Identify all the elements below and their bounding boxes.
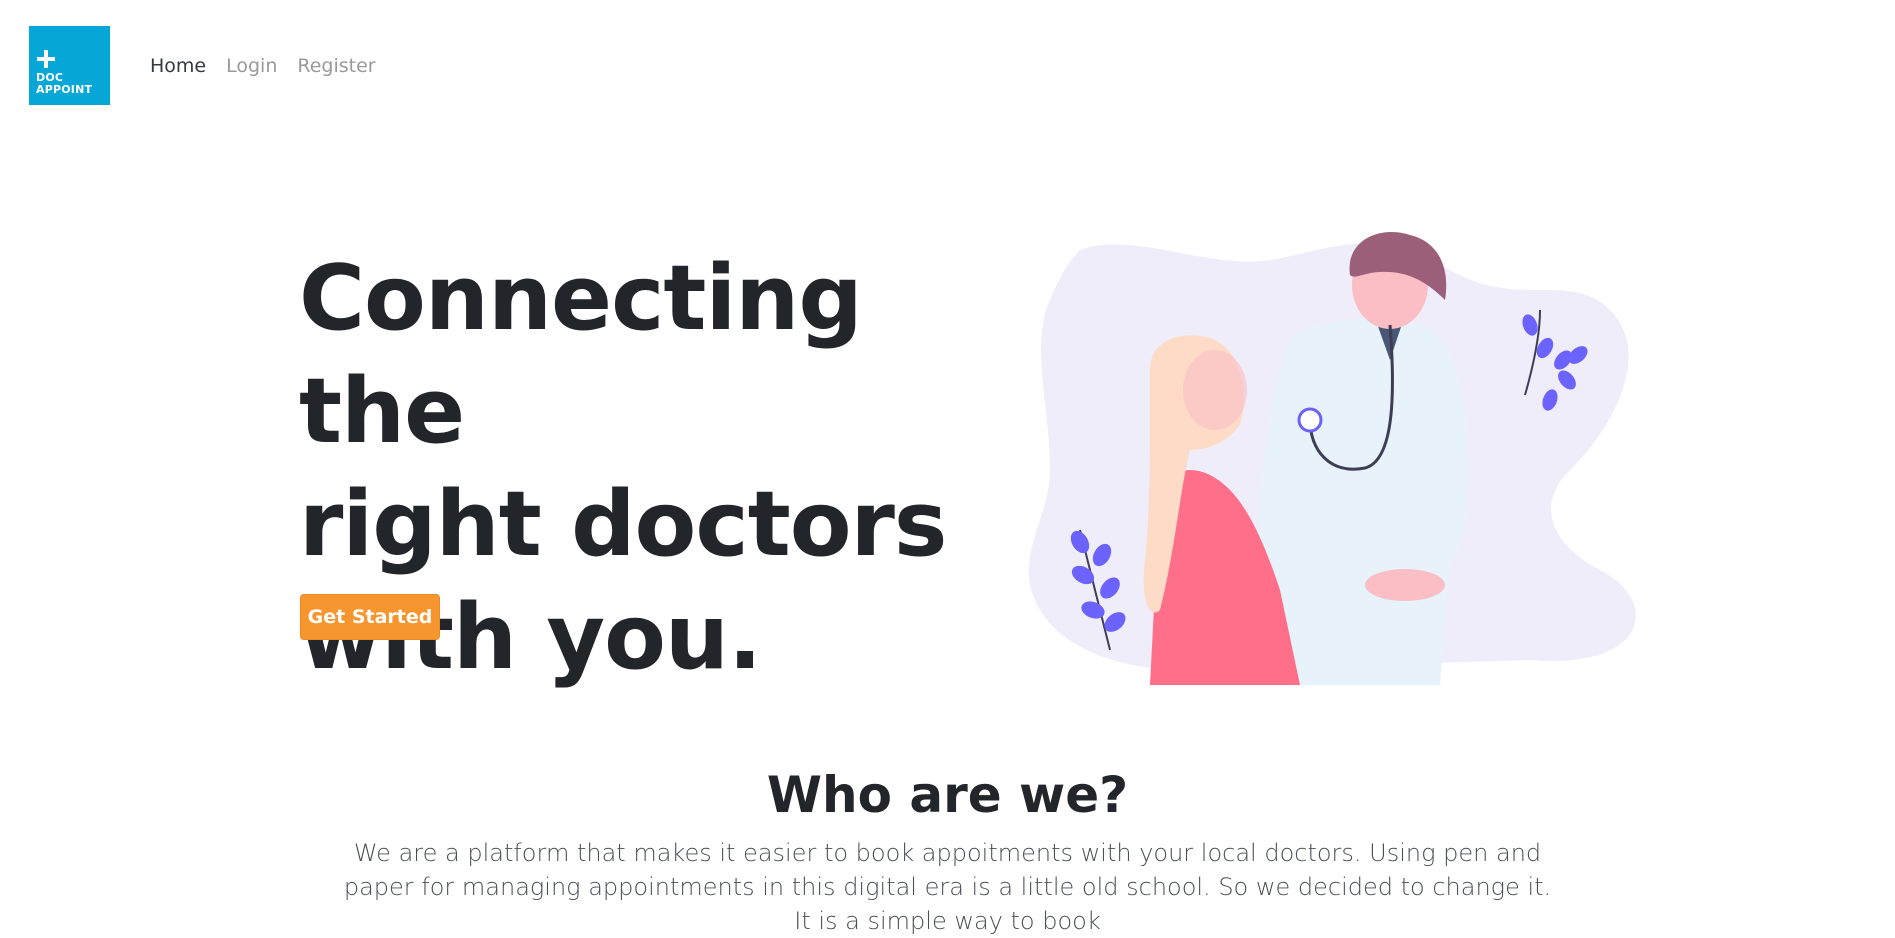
- doctor-hand: [1365, 569, 1445, 601]
- brand-logo[interactable]: DOC APPOINT: [29, 26, 110, 105]
- doctor-patient-illustration: [1028, 231, 1636, 685]
- nav-links: Home Login Register: [150, 55, 376, 77]
- navbar: DOC APPOINT Home Login Register: [0, 0, 1895, 132]
- about-title: Who are we?: [766, 766, 1129, 824]
- patient-head: [1183, 350, 1247, 430]
- plus-icon: [37, 50, 55, 68]
- nav-link-login[interactable]: Login: [226, 55, 277, 77]
- about-text: We are a platform that makes it easier t…: [343, 839, 1552, 935]
- logo-text-line2: APPOINT: [36, 83, 93, 96]
- logo-text: DOC APPOINT: [36, 72, 92, 96]
- nav-link-register[interactable]: Register: [297, 55, 375, 77]
- get-started-button[interactable]: Get Started: [300, 594, 440, 640]
- doctor-coat: [1259, 317, 1469, 685]
- nav-link-home[interactable]: Home: [150, 55, 206, 77]
